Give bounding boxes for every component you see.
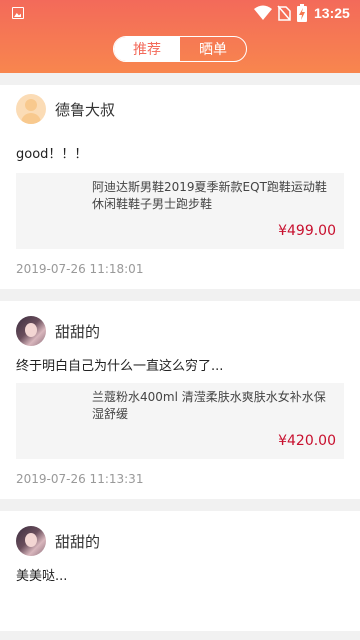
no-sim-icon — [277, 5, 291, 21]
avatar[interactable] — [16, 316, 46, 346]
post-card: 德鲁大叔 good！！！ 阿迪达斯男鞋2019夏季新款EQT跑鞋运动鞋休闲鞋鞋子… — [0, 85, 360, 289]
product-title: 兰蔻粉水400ml 清滢柔肤水爽肤水女补水保湿舒缓 — [92, 390, 326, 421]
image-notification-icon — [12, 7, 24, 19]
post-text: good！！！ — [16, 147, 88, 162]
tab-recommend[interactable]: 推荐 — [114, 37, 180, 61]
status-time: 13:25 — [314, 5, 350, 21]
product-price: ¥420.00 — [278, 433, 336, 449]
avatar[interactable] — [16, 94, 46, 124]
product-image[interactable] — [16, 173, 82, 249]
username[interactable]: 德鲁大叔 — [55, 99, 115, 120]
tab-switcher: 推荐 晒单 — [113, 36, 247, 62]
product-price: ¥499.00 — [278, 223, 336, 239]
username[interactable]: 甜甜的 — [55, 321, 100, 342]
post-card: 甜甜的 终于明白自己为什么一直这么穷了... 兰蔻粉水400ml 清滢柔肤水爽肤… — [0, 301, 360, 499]
post-text: 美美哒... — [16, 569, 68, 584]
avatar[interactable] — [16, 526, 46, 556]
product-card[interactable]: 阿迪达斯男鞋2019夏季新款EQT跑鞋运动鞋休闲鞋鞋子男士跑步鞋 ¥499.00 — [16, 173, 344, 249]
divider — [0, 499, 360, 511]
tab-show-orders[interactable]: 晒单 — [180, 37, 246, 61]
product-image[interactable] — [16, 383, 82, 459]
post-timestamp: 2019-07-26 11:18:01 — [16, 262, 144, 276]
divider — [0, 73, 360, 85]
post-user-row[interactable]: 甜甜的 — [16, 313, 344, 349]
product-card[interactable]: 兰蔻粉水400ml 清滢柔肤水爽肤水女补水保湿舒缓 ¥420.00 — [16, 383, 344, 459]
post-feed: 德鲁大叔 good！！！ 阿迪达斯男鞋2019夏季新款EQT跑鞋运动鞋休闲鞋鞋子… — [0, 73, 360, 631]
post-text: 终于明白自己为什么一直这么穷了... — [16, 359, 224, 374]
app-header: 13:25 推荐 晒单 — [0, 0, 360, 73]
post-user-row[interactable]: 甜甜的 — [16, 523, 344, 559]
wifi-icon — [254, 5, 272, 20]
post-user-row[interactable]: 德鲁大叔 — [16, 91, 344, 127]
post-card: 甜甜的 美美哒... — [0, 511, 360, 631]
status-bar: 13:25 — [0, 0, 360, 28]
username[interactable]: 甜甜的 — [55, 531, 100, 552]
product-title: 阿迪达斯男鞋2019夏季新款EQT跑鞋运动鞋休闲鞋鞋子男士跑步鞋 — [92, 180, 327, 211]
battery-charging-icon — [297, 4, 307, 22]
divider — [0, 289, 360, 301]
post-timestamp: 2019-07-26 11:13:31 — [16, 472, 144, 486]
